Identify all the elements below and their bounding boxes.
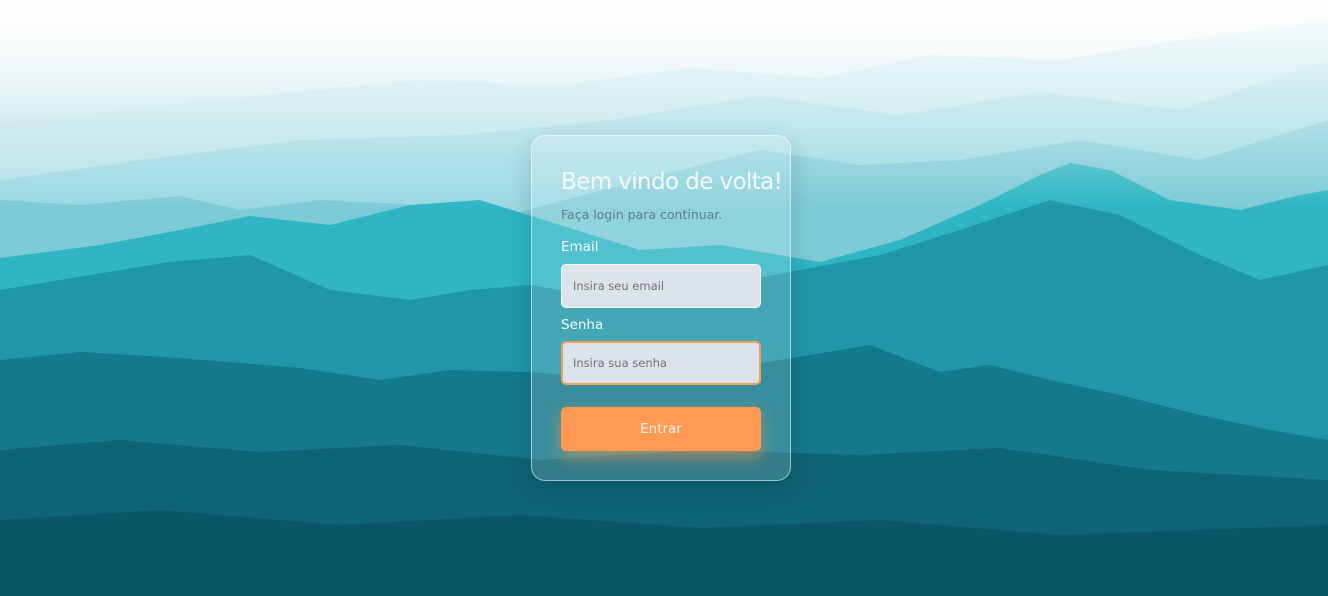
- login-subtitle: Faça login para continuar.: [561, 207, 723, 222]
- login-button[interactable]: Entrar: [561, 407, 761, 451]
- login-card: Bem vindo de volta! Faça login para cont…: [531, 135, 791, 481]
- password-label: Senha: [561, 317, 604, 333]
- email-label: Email: [561, 239, 599, 255]
- email-field[interactable]: [561, 264, 761, 308]
- password-field[interactable]: [561, 341, 761, 385]
- login-title: Bem vindo de volta!: [561, 169, 783, 195]
